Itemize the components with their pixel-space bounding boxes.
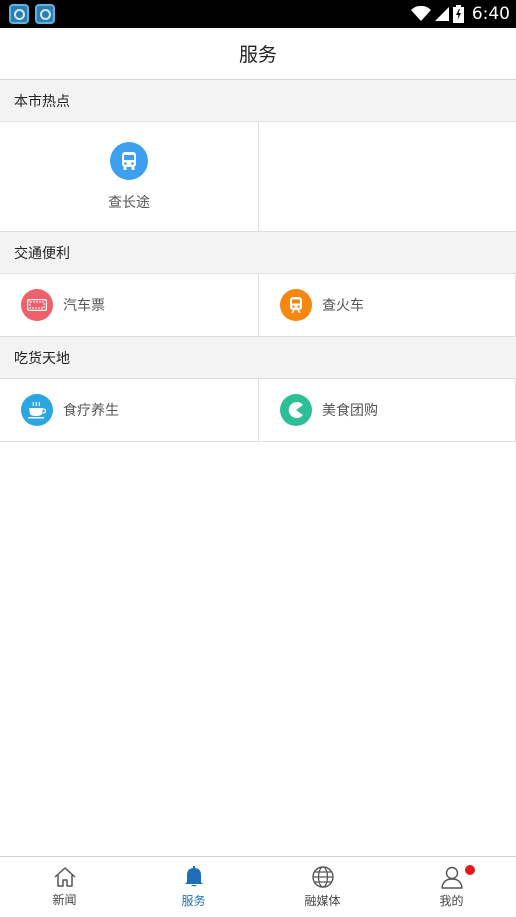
tab-media[interactable]: 融媒体 <box>258 857 387 917</box>
tab-label: 我的 <box>439 894 464 908</box>
title-bar: 服务 <box>0 28 516 80</box>
section-grid-hot: 查长途 <box>0 122 516 232</box>
train-icon <box>280 289 312 321</box>
service-item-label: 食疗养生 <box>63 403 119 419</box>
bottom-tab-bar: 新闻 服务 融媒体 我的 <box>0 856 516 917</box>
section-grid-traffic: 汽车票 查火车 <box>0 274 516 337</box>
status-bar: 6:40 <box>0 0 516 28</box>
service-item-bus-ticket[interactable]: 汽车票 <box>0 274 258 336</box>
pacman-icon <box>280 394 312 426</box>
wifi-icon <box>410 6 431 21</box>
tab-label: 服务 <box>181 894 206 908</box>
tab-service[interactable]: 服务 <box>129 857 258 917</box>
section-title: 吃货天地 <box>14 350 70 367</box>
service-item-diet-therapy[interactable]: 食疗养生 <box>0 379 258 441</box>
service-item-label: 美食团购 <box>322 403 378 419</box>
bus-icon <box>110 141 148 180</box>
service-item-label: 查长途 <box>108 194 150 211</box>
status-time: 6:40 <box>471 4 510 24</box>
user-icon <box>440 866 463 889</box>
battery-icon <box>452 5 464 23</box>
tab-news[interactable]: 新闻 <box>0 857 129 917</box>
section-header-food: 吃货天地 <box>0 337 516 379</box>
app-notification-icon <box>9 4 29 24</box>
section-title: 交通便利 <box>14 245 70 262</box>
globe-icon <box>311 866 334 888</box>
tea-cup-icon <box>21 394 53 426</box>
tab-label: 融媒体 <box>304 894 341 908</box>
service-item-label: 汽车票 <box>63 298 105 314</box>
page-title: 服务 <box>238 44 277 66</box>
tab-label: 新闻 <box>52 893 77 907</box>
app-notification-icon <box>35 4 55 24</box>
tab-mine[interactable]: 我的 <box>387 857 516 917</box>
section-title: 本市热点 <box>14 93 70 110</box>
notification-badge <box>465 865 475 875</box>
service-item-train[interactable]: 查火车 <box>258 274 516 336</box>
service-item-label: 查火车 <box>322 298 364 314</box>
section-header-hot: 本市热点 <box>0 80 516 122</box>
bell-icon <box>184 866 203 887</box>
section-header-traffic: 交通便利 <box>0 232 516 274</box>
section-grid-food: 食疗养生 美食团购 <box>0 379 516 442</box>
service-item-long-distance[interactable]: 查长途 <box>0 122 258 231</box>
empty-cell <box>258 122 516 231</box>
home-icon <box>53 867 76 887</box>
service-item-group-buy[interactable]: 美食团购 <box>258 379 516 441</box>
signal-icon <box>434 7 449 21</box>
ticket-icon <box>21 289 53 321</box>
